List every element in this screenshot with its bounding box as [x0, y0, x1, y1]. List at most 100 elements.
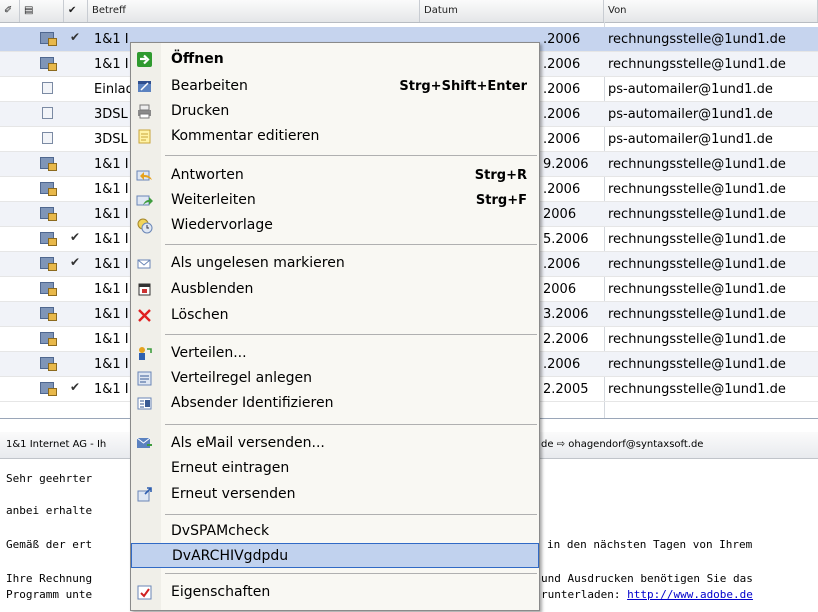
subject-cell: 1&1 I: [94, 207, 129, 222]
mail-icon: [40, 232, 57, 246]
read-check-icon: ✔: [70, 30, 81, 44]
preview-subject: 1&1 Internet AG - Ih: [6, 439, 107, 450]
menu-item-distribute[interactable]: Verteilen...: [131, 341, 539, 366]
date-cell: 2006: [543, 282, 577, 297]
list-header: ✐ ▤ ✔ Betreff Datum Von: [0, 0, 818, 23]
from-cell: rechnungsstelle@1und1.de: [608, 307, 786, 322]
menu-item-properties[interactable]: Eigenschaften: [131, 580, 539, 605]
menu-item-print[interactable]: Drucken: [131, 99, 539, 124]
subject-cell: 1&1 I: [94, 157, 129, 172]
reminder-clock-icon: [137, 218, 153, 234]
delete-x-icon: [138, 309, 151, 322]
date-cell: 9.2006: [543, 157, 589, 172]
menu-separator: [165, 244, 537, 245]
date-cell: .2006: [543, 32, 581, 47]
read-check-icon: ✔: [70, 380, 81, 394]
attachment-column-header[interactable]: ✐: [0, 0, 20, 22]
menu-item-reply[interactable]: Antworten Strg+R: [131, 163, 539, 188]
from-cell: rechnungsstelle@1und1.de: [608, 382, 786, 397]
date-cell: .2006: [543, 357, 581, 372]
menu-item-create-distribution-rule[interactable]: Verteilregel anlegen: [131, 366, 539, 391]
menu-item-dvarchivgdpdu[interactable]: DvARCHIVgdpdu: [131, 543, 539, 568]
date-cell: .2006: [543, 82, 581, 97]
from-cell: rechnungsstelle@1und1.de: [608, 32, 786, 47]
date-cell: 2.2006: [543, 332, 589, 347]
subject-cell: 1&1 I: [94, 182, 129, 197]
menu-separator: [165, 155, 537, 156]
menu-item-edit[interactable]: Bearbeiten Strg+Shift+Enter: [131, 74, 539, 99]
menu-item-hide[interactable]: Ausblenden: [131, 277, 539, 302]
menu-item-forward[interactable]: Weiterleiten Strg+F: [131, 188, 539, 213]
from-cell: rechnungsstelle@1und1.de: [608, 282, 786, 297]
status-column-header[interactable]: ✔: [64, 0, 88, 22]
menu-item-dvspamcheck[interactable]: DvSPAMcheck: [131, 519, 539, 544]
from-cell: ps-automailer@1und1.de: [608, 132, 773, 147]
preview-body-line: anbei erhalte: [6, 504, 93, 517]
open-arrow-icon: [137, 52, 152, 67]
subject-cell: 1&1 I: [94, 282, 129, 297]
mail-icon: [40, 307, 57, 321]
preview-body-line: in den nächsten Tagen von Ihrem: [547, 538, 753, 551]
type-column-header[interactable]: ▤: [20, 0, 64, 22]
menu-separator: [165, 424, 537, 425]
from-cell: rechnungsstelle@1und1.de: [608, 157, 786, 172]
read-check-icon: ✔: [70, 255, 81, 269]
doc-icon: [42, 132, 53, 144]
date-column-header[interactable]: Datum: [420, 0, 604, 22]
paperclip-icon: ✐: [4, 5, 13, 16]
distribution-rule-icon: [137, 371, 152, 386]
subject-column-header[interactable]: Betreff: [88, 0, 420, 22]
subject-cell: 3DSL: [94, 132, 128, 147]
mail-icon: [40, 157, 57, 171]
mail-icon: [40, 32, 57, 46]
date-cell: .2006: [543, 257, 581, 272]
comment-note-icon: [138, 129, 151, 144]
forward-icon: [136, 195, 153, 206]
date-cell: 3.2006: [543, 307, 589, 322]
edit-icon: [138, 81, 151, 92]
mail-type-icon: ▤: [24, 5, 34, 16]
menu-item-open[interactable]: Öffnen: [131, 47, 539, 72]
preview-recipient: de ⇨ ohagendorf@syntaxsoft.de: [541, 439, 704, 450]
subject-cell: 1&1 I: [94, 257, 129, 272]
menu-item-resubmission[interactable]: Wiedervorlage: [131, 213, 539, 238]
preview-body-text: runterladen:: [541, 588, 628, 601]
properties-icon: [137, 585, 152, 600]
date-cell: 2.2005: [543, 382, 589, 397]
menu-item-edit-comment[interactable]: Kommentar editieren: [131, 124, 539, 149]
adobe-link[interactable]: http://www.adobe.de: [627, 588, 753, 601]
subject-cell: 1&1 I: [94, 332, 129, 347]
from-column-header[interactable]: Von: [604, 0, 818, 22]
read-check-icon: ✔: [70, 230, 81, 244]
mail-icon: [40, 182, 57, 196]
from-cell: rechnungsstelle@1und1.de: [608, 332, 786, 347]
date-cell: .2006: [543, 107, 581, 122]
menu-separator: [165, 514, 537, 515]
from-cell: rechnungsstelle@1und1.de: [608, 257, 786, 272]
context-menu: Öffnen Bearbeiten Strg+Shift+Enter Druck…: [130, 42, 540, 611]
date-cell: .2006: [543, 182, 581, 197]
mail-icon: [40, 357, 57, 371]
menu-item-mark-unread[interactable]: Als ungelesen markieren: [131, 251, 539, 276]
preview-body-line: und Ausdrucken benötigen Sie das: [541, 572, 753, 585]
menu-item-identify-sender[interactable]: Absender Identifizieren: [131, 391, 539, 416]
from-cell: rechnungsstelle@1und1.de: [608, 357, 786, 372]
printer-icon: [138, 104, 151, 119]
preview-body-line: Programm unte: [6, 588, 93, 601]
subject-cell: 1&1 I: [94, 32, 129, 47]
from-cell: ps-automailer@1und1.de: [608, 107, 773, 122]
menu-separator: [165, 334, 537, 335]
menu-item-resend[interactable]: Erneut versenden: [131, 482, 539, 507]
menu-item-send-as-email[interactable]: Als eMail versenden...: [131, 431, 539, 456]
subject-cell: 3DSL: [94, 107, 128, 122]
from-cell: rechnungsstelle@1und1.de: [608, 182, 786, 197]
doc-icon: [42, 82, 53, 94]
date-cell: .2006: [543, 132, 581, 147]
menu-separator: [165, 573, 537, 574]
preview-body-line: Gemäß der ert: [6, 538, 93, 551]
menu-item-re-enter[interactable]: Erneut eintragen: [131, 456, 539, 481]
subject-cell: 1&1 I: [94, 232, 129, 247]
menu-item-delete[interactable]: Löschen: [131, 303, 539, 328]
mail-icon: [40, 257, 57, 271]
date-cell: 5.2006: [543, 232, 589, 247]
